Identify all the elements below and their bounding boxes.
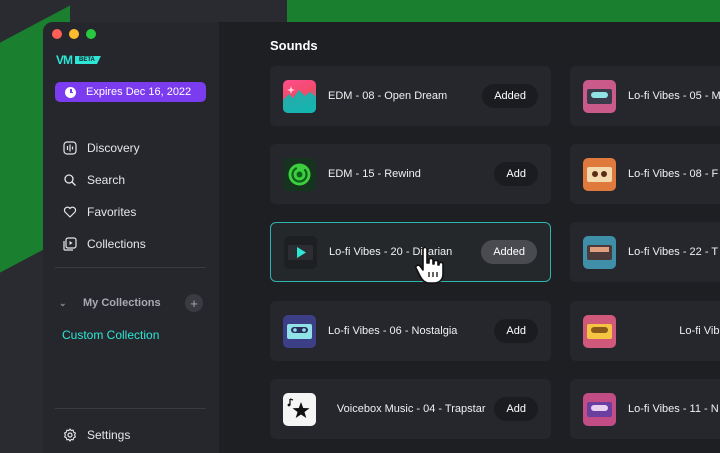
sound-card[interactable]: EDM - 08 - Open Dream Added [270,66,551,126]
sidebar-item-search[interactable]: Search [63,164,146,196]
star-icon [283,392,316,426]
search-icon [63,173,77,187]
sound-title: EDM - 15 - Rewind [328,168,421,180]
sidebar-item-label: Favorites [87,205,137,219]
expiry-label: Expires Dec 16, 2022 [86,86,192,98]
cassette-icon [583,157,616,191]
sidebar-item-settings[interactable]: Settings [63,428,130,442]
sidebar-item-label: Search [87,173,126,187]
rewind-art-icon [283,157,316,191]
window-controls [52,29,96,39]
settings-label: Settings [87,428,131,442]
sound-card[interactable]: Lo-fi Vibes - 22 - T [570,222,720,282]
desktop-background-shape [287,0,707,23]
sound-card[interactable]: EDM - 15 - Rewind Add [270,144,551,204]
my-collections-label: My Collections [83,297,161,309]
sound-title: Lo-fi Vibes - 05 - M [628,90,720,102]
hand-cursor-icon [413,246,447,291]
sound-card[interactable]: Lo-fi Vibes - 11 - N [570,379,720,439]
add-button[interactable]: Add [494,162,538,186]
sound-title: Lo-fi Vibes - 11 - N [628,403,719,415]
page-title: Sounds [270,38,318,53]
app-logo: VM BETA [56,53,128,67]
cassette-icon [583,235,616,269]
sidebar-item-label: Collections [87,237,146,251]
added-button[interactable]: Added [482,84,538,108]
sidebar-item-label: Discovery [87,141,140,155]
maximize-window-button[interactable] [86,29,96,39]
sidebar-divider [55,408,206,409]
collections-icon [63,237,77,251]
sound-card[interactable]: Lo-fi Vibes - 05 - M [570,66,720,126]
add-button[interactable]: Add [494,397,538,421]
gear-icon [63,428,77,442]
close-window-button[interactable] [52,29,62,39]
sidebar-item-collections[interactable]: Collections [63,228,146,260]
discovery-icon [63,141,77,155]
my-collections-header[interactable]: ⌄ My Collections + [59,294,203,312]
chevron-down-icon[interactable]: ⌄ [59,298,73,309]
sound-title: EDM - 08 - Open Dream [328,90,448,102]
expiry-banner[interactable]: Expires Dec 16, 2022 [55,82,206,102]
sound-card[interactable]: Lo-fi Vibes - 19 - Click [570,301,720,361]
sidebar-item-discovery[interactable]: Discovery [63,132,146,164]
logo-mark: VM [56,53,73,67]
minimize-window-button[interactable] [69,29,79,39]
sidebar-item-custom-collection[interactable]: Custom Collection [62,328,159,342]
add-button[interactable]: Add [494,319,538,343]
sound-title: Lo-fi Vibes - 22 - T [628,246,719,258]
cassette-icon [583,392,616,426]
cassette-icon [583,79,616,113]
sound-card[interactable]: Lo-fi Vibes - 06 - Nostalgia Add [270,301,551,361]
sidebar: VM BETA Expires Dec 16, 2022 Discovery S… [43,22,219,453]
app-window: VM BETA Expires Dec 16, 2022 Discovery S… [43,22,720,453]
sound-card[interactable]: Voicebox Music - 04 - Trapstar Add [270,379,551,439]
clock-icon [65,86,76,98]
cassette-icon [283,314,316,348]
heart-icon [63,205,77,219]
sound-title: Lo-fi Vibes - 06 - Nostalgia [328,325,458,337]
add-collection-button[interactable]: + [185,294,203,312]
sound-title: Lo-fi Vibes - 08 - F [628,168,719,180]
open-dream-art-icon [283,79,316,113]
sidebar-nav: Discovery Search Favorites Collections [63,132,146,260]
sound-title: Lo-fi Vibes - 20 - Dillarian [329,246,453,258]
sound-title: Voicebox Music - 04 - Trapstar [336,403,486,415]
beta-badge: BETA [75,56,101,64]
added-button[interactable]: Added [481,240,537,264]
sidebar-divider [55,267,206,268]
play-icon [284,235,317,269]
sound-card[interactable]: Lo-fi Vibes - 08 - F [570,144,720,204]
sound-title: Lo-fi Vibes - 19 - Click [679,325,720,337]
cassette-icon [583,314,616,348]
sound-card-selected[interactable]: Lo-fi Vibes - 20 - Dillarian Added [270,222,551,282]
sidebar-item-favorites[interactable]: Favorites [63,196,146,228]
